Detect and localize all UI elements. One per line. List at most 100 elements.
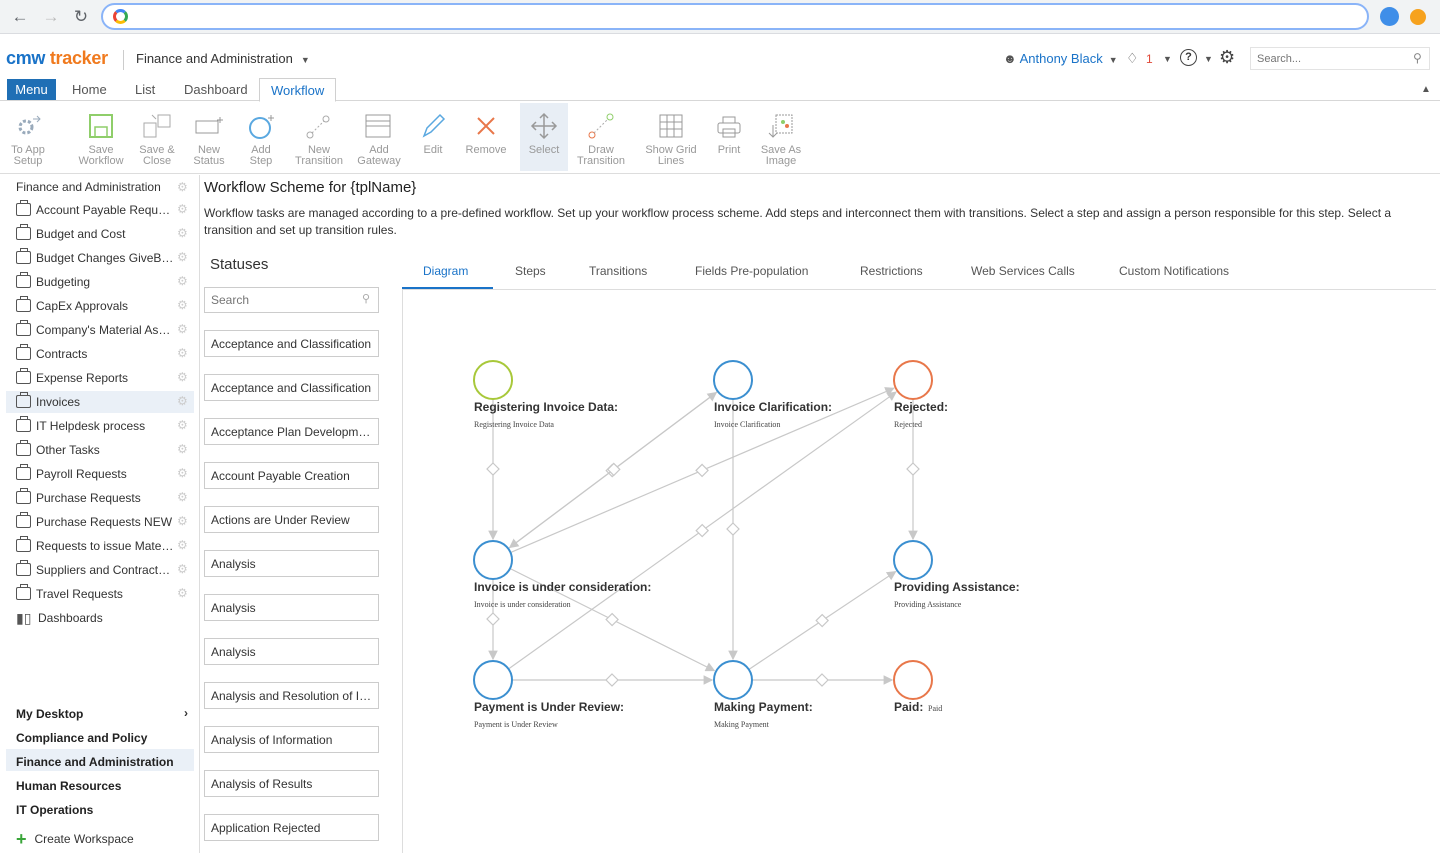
status-item[interactable]: Analysis — [204, 594, 379, 621]
tab-fields-prepopulation[interactable]: Fields Pre-population — [695, 264, 808, 278]
gear-icon[interactable]: ⚙ — [177, 322, 188, 336]
select-button[interactable]: Select — [520, 103, 568, 171]
tab-dashboard[interactable]: Dashboard — [184, 82, 248, 97]
show-grid-lines-button[interactable]: Show Grid Lines — [643, 103, 699, 171]
gear-icon[interactable]: ⚙ — [177, 418, 188, 432]
address-bar[interactable] — [101, 3, 1369, 30]
status-item[interactable]: Analysis of Information — [204, 726, 379, 753]
workflow-step-consideration[interactable]: Invoice is under consideration: Invoice i… — [473, 540, 651, 609]
workspace-link[interactable]: My Desktop › — [6, 701, 194, 723]
gear-icon[interactable]: ⚙ — [177, 202, 188, 216]
save-as-image-button[interactable]: Save As Image — [757, 103, 805, 171]
gear-icon[interactable]: ⚙ — [177, 490, 188, 504]
to-app-setup-button[interactable]: To App Setup — [6, 103, 50, 171]
workflow-step-paid[interactable]: Paid: Paid — [893, 660, 942, 714]
search-icon[interactable]: ⚲ — [1413, 51, 1422, 65]
status-item[interactable]: Actions are Under Review — [204, 506, 379, 533]
workspace-link[interactable]: Compliance and Policy — [6, 725, 194, 747]
sidebar-item[interactable]: Payroll Requests ⚙ — [6, 463, 194, 485]
sidebar-item[interactable]: Other Tasks ⚙ — [6, 439, 194, 461]
back-icon[interactable]: ← — [9, 6, 31, 28]
workspace-link[interactable]: Human Resources — [6, 773, 194, 795]
status-item[interactable]: Account Payable Creation — [204, 462, 379, 489]
new-transition-button[interactable]: New Transition — [292, 103, 346, 171]
transition-handle[interactable] — [906, 462, 920, 476]
gear-icon[interactable]: ⚙ — [177, 274, 188, 288]
tab-transitions[interactable]: Transitions — [589, 264, 647, 278]
remove-button[interactable]: Remove — [462, 103, 510, 171]
save-close-button[interactable]: Save & Close — [138, 103, 176, 171]
tab-web-services-calls[interactable]: Web Services Calls — [971, 264, 1075, 278]
gear-icon[interactable]: ⚙ — [1219, 47, 1235, 68]
transition-handle[interactable] — [605, 612, 619, 627]
gear-icon[interactable]: ⚙ — [177, 562, 188, 576]
create-workspace-button[interactable]: + Create Workspace — [16, 829, 134, 850]
gear-icon[interactable]: ⚙ — [177, 586, 188, 600]
sidebar-item[interactable]: CapEx Approvals ⚙ — [6, 295, 194, 317]
step-circle[interactable] — [473, 360, 513, 400]
draw-transition-button[interactable]: Draw Transition — [574, 103, 628, 171]
gear-icon[interactable]: ⚙ — [177, 370, 188, 384]
workspace-selector[interactable]: Finance and Administration ▼ — [136, 51, 310, 66]
sidebar-item[interactable]: Budget and Cost ⚙ — [6, 223, 194, 245]
edit-button[interactable]: Edit — [414, 103, 452, 171]
status-item[interactable]: Application Rejected — [204, 814, 379, 841]
workflow-step-review[interactable]: Payment is Under Review: Payment is Under… — [473, 660, 624, 729]
step-circle[interactable] — [473, 540, 513, 580]
extension-icon[interactable] — [1380, 7, 1399, 26]
step-circle[interactable] — [893, 360, 933, 400]
gear-icon[interactable]: ⚙ — [177, 346, 188, 360]
step-circle[interactable] — [713, 360, 753, 400]
extension-icon[interactable] — [1410, 9, 1426, 25]
menu-button[interactable]: Menu — [7, 79, 56, 100]
help-icon[interactable]: ? — [1180, 49, 1197, 66]
sidebar-item[interactable]: Purchase Requests NEW ⚙ — [6, 511, 194, 533]
gear-icon[interactable]: ⚙ — [177, 298, 188, 312]
workflow-step-rejected[interactable]: Rejected: Rejected — [893, 360, 948, 429]
transition-handle[interactable] — [695, 523, 710, 538]
chevron-down-icon[interactable]: ▼ — [1204, 54, 1213, 64]
sidebar-item[interactable]: Contracts ⚙ — [6, 343, 194, 365]
tab-workflow[interactable]: Workflow — [259, 78, 337, 102]
tab-list[interactable]: List — [135, 82, 155, 97]
sidebar-item-dashboards[interactable]: ▮▯ Dashboards — [6, 607, 194, 629]
transition-handle[interactable] — [605, 673, 619, 687]
reload-icon[interactable]: ↻ — [70, 6, 92, 28]
sidebar-item[interactable]: Purchase Requests ⚙ — [6, 487, 194, 509]
status-item[interactable]: Acceptance Plan Development — [204, 418, 379, 445]
transition-handle[interactable] — [815, 673, 829, 687]
tab-home[interactable]: Home — [72, 82, 107, 97]
save-workflow-button[interactable]: Save Workflow — [76, 103, 126, 171]
workspace-link[interactable]: IT Operations — [6, 797, 194, 819]
sidebar-item[interactable]: Requests to issue Materials ⚙ — [6, 535, 194, 557]
gear-icon[interactable]: ⚙ — [177, 466, 188, 480]
transition-handle[interactable] — [486, 462, 500, 476]
step-circle[interactable] — [893, 540, 933, 580]
status-item[interactable]: Acceptance and Classification — [204, 374, 379, 401]
chevron-up-icon[interactable]: ▲ — [1421, 84, 1431, 95]
sidebar-item[interactable]: Account Payable Requests ⚙ — [6, 199, 194, 221]
transition-handle[interactable] — [815, 613, 830, 628]
status-item[interactable]: Analysis and Resolution of Issues — [204, 682, 379, 709]
step-circle[interactable] — [893, 660, 933, 700]
gear-icon[interactable]: ⚙ — [177, 180, 188, 194]
workflow-diagram[interactable]: Registering Invoice Data: Registering Inv… — [403, 290, 1436, 850]
tab-diagram[interactable]: Diagram — [423, 264, 468, 278]
gear-icon[interactable]: ⚙ — [177, 442, 188, 456]
gear-icon[interactable]: ⚙ — [177, 394, 188, 408]
sidebar-item[interactable]: Company's Material Assets ⚙ — [6, 319, 194, 341]
tab-restrictions[interactable]: Restrictions — [860, 264, 923, 278]
gear-icon[interactable]: ⚙ — [177, 538, 188, 552]
chevron-down-icon[interactable]: ▼ — [1163, 54, 1172, 64]
transition-handle[interactable] — [695, 463, 709, 478]
sidebar-item[interactable]: Budgeting ⚙ — [6, 271, 194, 293]
sidebar-item[interactable]: Expense Reports ⚙ — [6, 367, 194, 389]
global-search-input[interactable] — [1250, 47, 1430, 70]
forward-icon[interactable]: → — [40, 6, 62, 28]
status-search-input[interactable] — [204, 287, 379, 313]
workflow-step-assistance[interactable]: Providing Assistance: Providing Assistanc… — [893, 540, 1020, 609]
workflow-step-clarification[interactable]: Invoice Clarification: Invoice Clarificat… — [713, 360, 832, 429]
step-circle[interactable] — [713, 660, 753, 700]
bell-icon[interactable]: ♢ — [1126, 50, 1139, 67]
status-item[interactable]: Analysis — [204, 550, 379, 577]
